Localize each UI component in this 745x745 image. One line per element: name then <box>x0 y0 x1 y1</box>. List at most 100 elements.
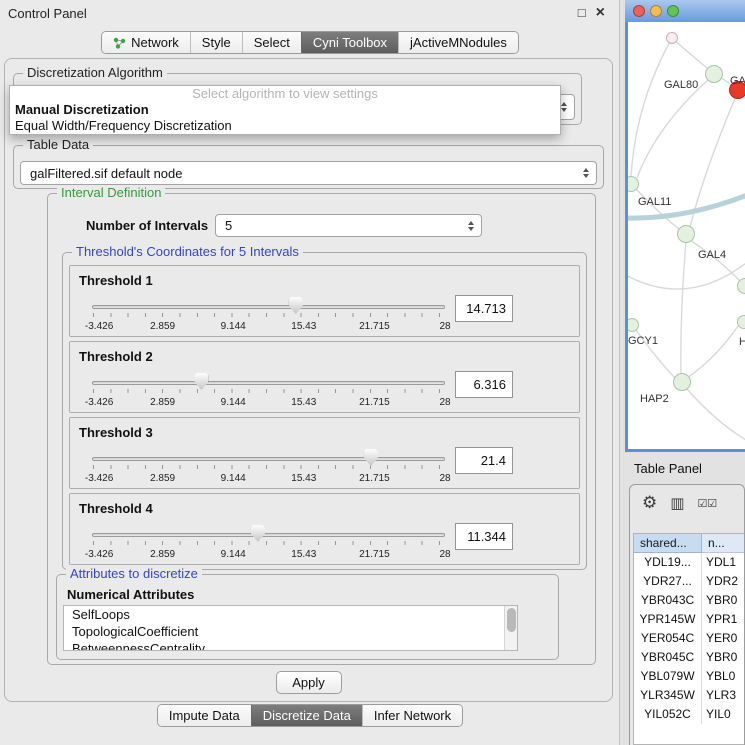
scale-tick-label: -3.426 <box>85 549 113 560</box>
apply-button[interactable]: Apply <box>276 671 342 694</box>
columns-icon[interactable]: ▥ <box>670 494 684 512</box>
tab-network[interactable]: Network <box>102 32 190 53</box>
table-row[interactable]: YBR045CYBR0 <box>634 648 744 667</box>
threshold-slider[interactable] <box>92 454 445 472</box>
tab-impute-data[interactable]: Impute Data <box>158 705 251 726</box>
network-node[interactable] <box>677 225 695 243</box>
attributes-scrollbar[interactable] <box>504 606 517 650</box>
select-rows-icon[interactable]: ☑☑ <box>697 497 717 510</box>
cell-shared-name: YDL19... <box>634 553 702 572</box>
tab-select[interactable]: Select <box>242 32 301 53</box>
cell-shared-name: YER054C <box>634 629 702 648</box>
minimize-traffic-light[interactable] <box>650 5 662 17</box>
network-edge[interactable] <box>636 189 679 229</box>
zoom-traffic-light[interactable] <box>667 5 679 17</box>
threshold-value-field[interactable]: 14.713 <box>455 295 513 322</box>
table-row[interactable]: YDL19...YDL1 <box>634 553 744 572</box>
scale-tick-label: 2.859 <box>150 321 175 332</box>
tab-style[interactable]: Style <box>190 32 242 53</box>
attribute-list-item[interactable]: SelfLoops <box>64 606 517 623</box>
scale-tick-label: -3.426 <box>85 397 113 408</box>
slider-thumb[interactable] <box>251 525 265 542</box>
table-data-select[interactable]: galFiltered.sif default node <box>20 161 597 185</box>
slider-thumb[interactable] <box>289 297 303 314</box>
slider-scale-labels: -3.4262.8599.14415.4321.71528 <box>92 473 445 484</box>
table-row[interactable]: YPR145WYPR1 <box>634 610 744 629</box>
threshold-panels: Threshold 1-3.4262.8599.14415.4321.71528… <box>63 253 586 569</box>
algorithm-dropdown-popup: Select algorithm to view settings Manual… <box>9 85 561 135</box>
float-window-icon[interactable]: □ <box>578 5 586 20</box>
threshold-1-panel: Threshold 1-3.4262.8599.14415.4321.71528… <box>69 265 580 337</box>
dropdown-option-manual-discretization[interactable]: Manual Discretization <box>10 102 560 118</box>
numerical-attributes-list[interactable]: SelfLoopsTopologicalCoefficientBetweenne… <box>63 605 518 651</box>
scale-tick-label: 9.144 <box>221 321 246 332</box>
dropdown-prompt-item[interactable]: Select algorithm to view settings <box>10 86 560 102</box>
attribute-list-item[interactable]: TopologicalCoefficient <box>64 623 517 640</box>
table-row[interactable]: YDR27...YDR2 <box>634 572 744 591</box>
column-header-name[interactable]: n... <box>702 534 744 553</box>
slider-tick-marks <box>93 389 444 393</box>
scale-tick-label: -3.426 <box>85 321 113 332</box>
slider-track <box>92 457 445 461</box>
attribute-list-item[interactable]: BetweennessCentrality <box>64 640 517 651</box>
scale-tick-label: 21.715 <box>359 473 390 484</box>
threshold-label: Threshold 4 <box>79 501 153 516</box>
network-node[interactable] <box>673 373 691 391</box>
threshold-slider[interactable] <box>92 302 445 320</box>
slider-scale-labels: -3.4262.8599.14415.4321.71528 <box>92 321 445 332</box>
cyni-toolbox-panel: Discretization Algorithm Select algorith… <box>4 58 613 702</box>
slider-scale-labels: -3.4262.8599.14415.4321.71528 <box>92 549 445 560</box>
bottom-tab-bar: Impute Data Discretize Data Infer Networ… <box>0 704 620 727</box>
network-node-label: GA <box>730 75 745 87</box>
scale-tick-label: 2.859 <box>150 549 175 560</box>
tab-jactivemnodules[interactable]: jActiveMNodules <box>398 32 518 53</box>
scrollbar-thumb[interactable] <box>507 608 516 632</box>
slider-thumb[interactable] <box>194 373 208 390</box>
scale-tick-label: 15.43 <box>291 549 316 560</box>
settings-gear-icon[interactable]: ⚙ <box>642 493 657 513</box>
network-edge[interactable] <box>672 38 707 68</box>
network-view-window: GAL80GAGAL11GAL4GCY1HAP2H <box>625 0 745 452</box>
threshold-slider[interactable] <box>92 378 445 396</box>
threshold-value-field[interactable]: 6.316 <box>455 371 513 398</box>
table-row[interactable]: YIL052CYIL0 <box>634 705 744 724</box>
network-edge[interactable] <box>686 388 745 440</box>
network-edge[interactable] <box>631 38 672 176</box>
network-node-label: GAL80 <box>664 79 698 91</box>
network-edge[interactable] <box>681 242 686 374</box>
tab-infer-network[interactable]: Infer Network <box>362 705 462 726</box>
dropdown-option-equal-width-frequency[interactable]: Equal Width/Frequency Discretization <box>10 118 560 134</box>
table-row[interactable]: YLR345WYLR3 <box>634 686 744 705</box>
network-canvas[interactable]: GAL80GAGAL11GAL4GCY1HAP2H <box>628 22 745 449</box>
threshold-label: Threshold 2 <box>79 349 153 364</box>
attributes-group-title: Attributes to discretize <box>66 566 202 581</box>
tab-discretize-data[interactable]: Discretize Data <box>251 705 362 726</box>
network-window-titlebar[interactable] <box>625 0 745 22</box>
table-row[interactable]: YER054CYER0 <box>634 629 744 648</box>
numerical-attributes-label: Numerical Attributes <box>67 587 194 602</box>
network-edge[interactable] <box>637 80 708 178</box>
node-table-header: shared... n... <box>634 534 744 553</box>
number-of-intervals-select[interactable]: 5 <box>215 214 482 237</box>
scale-tick-label: 15.43 <box>291 473 316 484</box>
network-node[interactable] <box>705 65 723 83</box>
slider-scale-labels: -3.4262.8599.14415.4321.71528 <box>92 397 445 408</box>
network-edge[interactable] <box>628 260 745 289</box>
close-window-icon[interactable]: × <box>596 5 605 20</box>
table-row[interactable]: YBR043CYBR0 <box>634 591 744 610</box>
slider-tick-marks <box>93 465 444 469</box>
network-edge[interactable] <box>690 240 741 282</box>
threshold-slider[interactable] <box>92 530 445 548</box>
close-traffic-light[interactable] <box>633 5 645 17</box>
attribute-items: SelfLoopsTopologicalCoefficientBetweenne… <box>64 606 517 651</box>
threshold-value-field[interactable]: 11.344 <box>455 523 513 550</box>
table-row[interactable]: YBL079WYBL0 <box>634 667 744 686</box>
tab-cyni-toolbox[interactable]: Cyni Toolbox <box>301 32 398 53</box>
network-edge[interactable] <box>687 326 738 378</box>
network-node[interactable] <box>666 32 678 44</box>
threshold-value-field[interactable]: 21.4 <box>455 447 513 474</box>
column-header-shared-name[interactable]: shared... <box>634 534 702 553</box>
slider-thumb[interactable] <box>364 449 378 466</box>
network-node[interactable] <box>737 315 745 329</box>
table-data-group: Table Data galFiltered.sif default node <box>13 145 604 189</box>
